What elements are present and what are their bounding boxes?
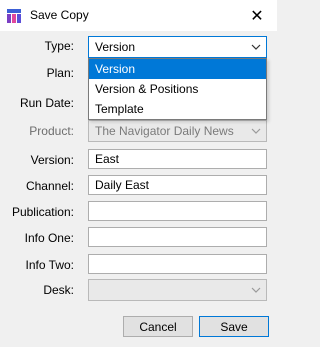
channel-label: Channel:	[25, 179, 74, 193]
version-label: Version:	[30, 153, 74, 167]
type-option-version[interactable]: Version	[89, 59, 266, 79]
info-one-label: Info One:	[24, 231, 74, 245]
save-copy-app-icon	[7, 9, 21, 23]
publication-label: Publication:	[11, 205, 74, 219]
info-two-label: Info Two:	[25, 258, 74, 272]
type-dropdown-list: Version Version & Positions Template	[88, 58, 267, 120]
title-bar: Save Copy ✕	[0, 0, 277, 31]
plan-label: Plan:	[46, 66, 74, 80]
publication-input[interactable]	[88, 201, 267, 221]
save-button[interactable]: Save	[199, 316, 269, 337]
chevron-down-icon	[251, 128, 261, 134]
type-select[interactable]: Version	[88, 36, 267, 58]
product-label: Product:	[29, 124, 74, 138]
info-one-input[interactable]	[88, 227, 267, 247]
version-input[interactable]: East	[88, 149, 267, 169]
type-select-value: Version	[95, 40, 136, 54]
product-select[interactable]: The Navigator Daily News	[88, 120, 267, 142]
cancel-button[interactable]: Cancel	[123, 316, 193, 337]
close-button[interactable]: ✕	[237, 0, 277, 31]
desk-select[interactable]	[88, 279, 267, 301]
desk-label: Desk:	[43, 283, 74, 297]
type-label: Type:	[44, 39, 74, 53]
type-option-version-positions[interactable]: Version & Positions	[89, 79, 266, 99]
chevron-down-icon	[251, 287, 261, 293]
product-select-value: The Navigator Daily News	[95, 124, 234, 138]
run-date-label: Run Date:	[19, 96, 74, 110]
close-icon: ✕	[250, 7, 264, 25]
type-option-template[interactable]: Template	[89, 99, 266, 119]
window-title: Save Copy	[30, 8, 89, 22]
info-two-input[interactable]	[88, 254, 267, 274]
channel-input[interactable]: Daily East	[88, 175, 267, 195]
chevron-down-icon	[251, 44, 261, 50]
